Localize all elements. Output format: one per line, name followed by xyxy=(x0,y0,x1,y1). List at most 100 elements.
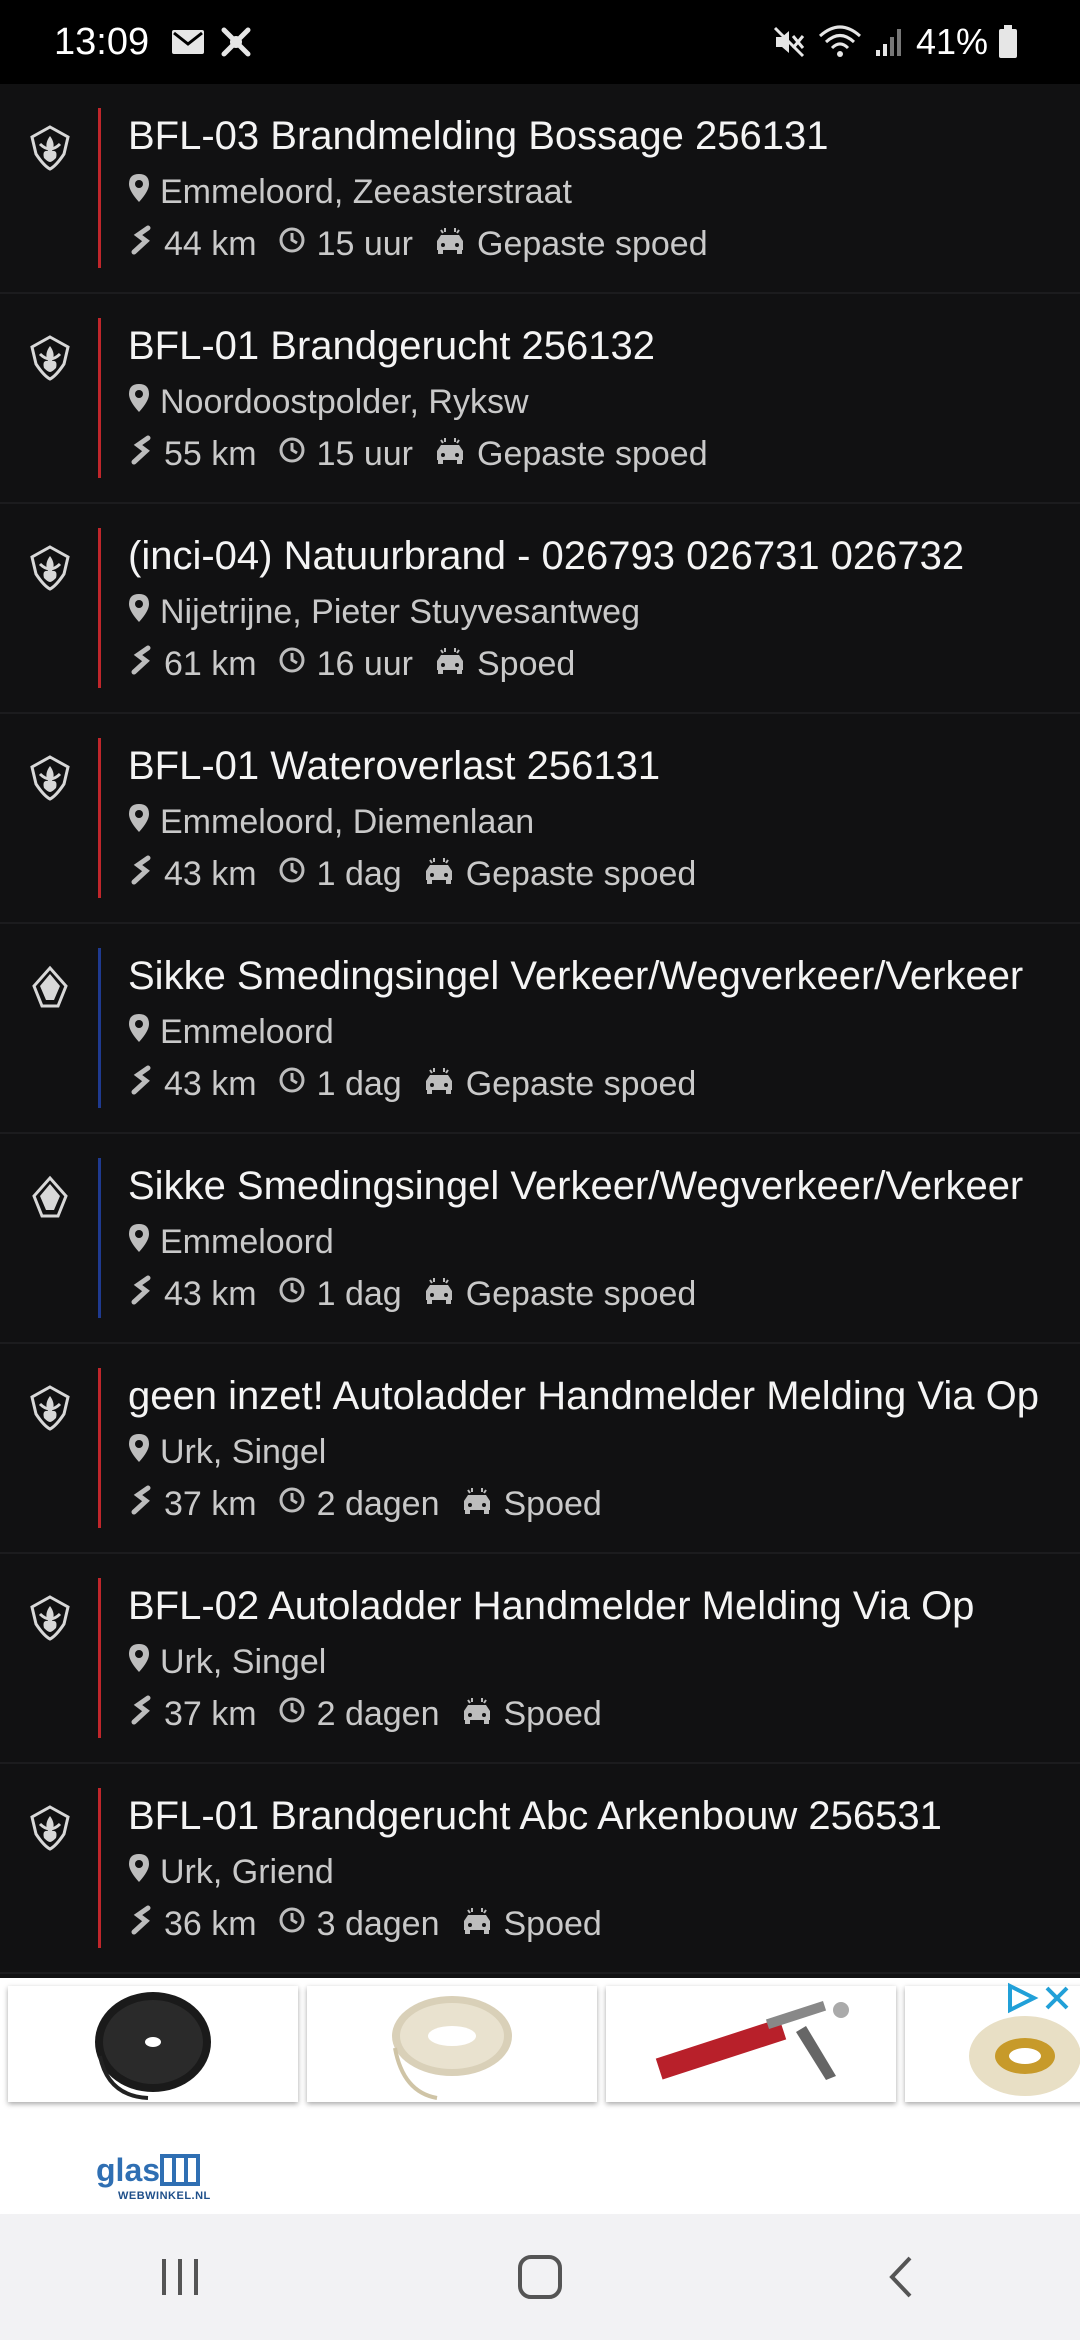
battery-icon xyxy=(998,25,1018,59)
incident-item[interactable]: (inci-04) Natuurbrand - 026793 026731 02… xyxy=(0,504,1080,714)
clock-icon xyxy=(277,854,307,894)
urgency-text: Gepaste spoed xyxy=(477,435,708,473)
distance-text: 43 km xyxy=(164,1065,257,1103)
home-button[interactable] xyxy=(460,2227,620,2327)
distance: 43 km xyxy=(128,1064,257,1104)
window-icon xyxy=(160,2154,201,2186)
incident-item[interactable]: geen inzet! Autoladder Handmelder Meldin… xyxy=(0,1344,1080,1554)
distance: 43 km xyxy=(128,854,257,894)
route-icon xyxy=(128,644,154,684)
emergency-vehicle-icon xyxy=(433,224,467,264)
time-text: 1 dag xyxy=(316,1275,402,1313)
urgency: Spoed xyxy=(460,1484,602,1524)
service-color-bar xyxy=(98,108,101,268)
mail-icon xyxy=(171,29,205,55)
emergency-vehicle-icon xyxy=(422,854,456,894)
incident-meta: 43 km 1 dag Gepaste spoed xyxy=(128,1274,716,1314)
incident-item[interactable]: BFL-02 Autoladder Handmelder Melding Via… xyxy=(0,1554,1080,1764)
urgency: Gepaste spoed xyxy=(422,854,696,894)
route-icon xyxy=(128,1904,154,1944)
incident-item[interactable]: Sikke Smedingsingel Verkeer/Wegverkeer/V… xyxy=(0,1134,1080,1344)
service-color-bar xyxy=(98,318,101,478)
time-text: 1 dag xyxy=(316,1065,402,1103)
fire-department-logo-icon xyxy=(26,544,74,592)
distance-text: 36 km xyxy=(164,1905,257,1943)
emergency-vehicle-icon xyxy=(433,644,467,684)
distance-text: 37 km xyxy=(164,1695,257,1733)
ad-choices[interactable] xyxy=(1004,1982,1072,2014)
fire-department-logo-icon xyxy=(26,334,74,382)
ad-brand-word: glas xyxy=(96,2152,161,2188)
location-pin-icon xyxy=(128,802,150,842)
location-text: Urk, Singel xyxy=(160,1643,327,1681)
ad-product-black-tape[interactable] xyxy=(8,1986,298,2102)
location-pin-icon xyxy=(128,1432,150,1472)
elapsed-time: 1 dag xyxy=(277,854,402,894)
incident-title: Sikke Smedingsingel Verkeer/Wegverkeer/V… xyxy=(128,954,1024,998)
incident-meta: 44 km 15 uur Gepaste spoed xyxy=(128,224,728,264)
service-color-bar xyxy=(98,528,101,688)
incident-location: Urk, Singel xyxy=(128,1432,326,1472)
urgency-text: Spoed xyxy=(503,1695,602,1733)
incident-location: Nijetrijne, Pieter Stuyvesantweg xyxy=(128,592,640,632)
ad-choices-icon[interactable] xyxy=(1004,1982,1042,2014)
incident-title: BFL-01 Wateroverlast 256131 xyxy=(128,744,661,788)
incident-item[interactable]: BFL-01 Brandgerucht Abc Arkenbouw 256531… xyxy=(0,1764,1080,1974)
distance-text: 43 km xyxy=(164,1275,257,1313)
elapsed-time: 1 dag xyxy=(277,1274,402,1314)
incident-meta: 61 km 16 uur Spoed xyxy=(128,644,595,684)
urgency-text: Gepaste spoed xyxy=(477,225,708,263)
distance: 61 km xyxy=(128,644,257,684)
back-button[interactable] xyxy=(820,2227,980,2327)
urgency-text: Gepaste spoed xyxy=(465,1065,697,1103)
incident-meta: 36 km 3 dagen Spoed xyxy=(128,1904,622,1944)
time-text: 16 uur xyxy=(316,645,413,683)
urgency: Gepaste spoed xyxy=(422,1274,696,1314)
incident-item[interactable]: BFL-01 Wateroverlast 256131 Emmeloord, Di… xyxy=(0,714,1080,924)
incident-location: Emmeloord xyxy=(128,1012,334,1052)
clock-icon xyxy=(277,1484,307,1524)
incident-meta: 37 km 2 dagen Spoed xyxy=(128,1484,622,1524)
ad-brand-logo[interactable]: glas WEBWINKEL.NL xyxy=(96,2152,210,2202)
incident-title: BFL-02 Autoladder Handmelder Melding Via… xyxy=(128,1584,975,1628)
ad-product-cream-tape[interactable] xyxy=(307,1986,597,2102)
ad-product-caulking-gun[interactable] xyxy=(606,1986,896,2102)
incident-location: Noordoostpolder, Ryksw xyxy=(128,382,529,422)
fire-department-logo-icon xyxy=(26,1384,74,1432)
incident-title: geen inzet! Autoladder Handmelder Meldin… xyxy=(128,1374,1039,1418)
time-text: 15 uur xyxy=(316,435,413,473)
service-color-bar xyxy=(98,948,101,1108)
emergency-vehicle-icon xyxy=(460,1484,494,1524)
incident-item[interactable]: BFL-01 Brandgerucht 256132 Noordoostpolde… xyxy=(0,294,1080,504)
incident-title: (inci-04) Natuurbrand - 026793 026731 02… xyxy=(128,534,965,578)
distance: 37 km xyxy=(128,1694,257,1734)
urgency: Spoed xyxy=(433,644,575,684)
close-icon[interactable] xyxy=(1042,1983,1072,2013)
urgency: Spoed xyxy=(460,1904,602,1944)
advertisement-banner[interactable]: glas WEBWINKEL.NL xyxy=(0,1978,1080,2214)
clock-icon xyxy=(277,434,307,474)
location-pin-icon xyxy=(128,1852,150,1892)
incident-item[interactable]: Sikke Smedingsingel Verkeer/Wegverkeer/V… xyxy=(0,924,1080,1134)
mute-icon xyxy=(772,25,806,59)
emergency-vehicle-icon xyxy=(422,1064,456,1104)
location-pin-icon xyxy=(128,1642,150,1682)
urgency: Gepaste spoed xyxy=(433,434,708,474)
incident-location: Emmeloord, Diemenlaan xyxy=(128,802,534,842)
location-text: Emmeloord xyxy=(160,1223,334,1261)
clock-icon xyxy=(277,1064,307,1104)
route-icon xyxy=(128,1274,154,1314)
emergency-vehicle-icon xyxy=(422,1274,456,1314)
fire-department-logo-icon xyxy=(26,124,74,172)
service-color-bar xyxy=(98,1788,101,1948)
location-text: Urk, Singel xyxy=(160,1433,327,1471)
urgency-text: Spoed xyxy=(477,645,576,683)
clock-icon xyxy=(277,1274,307,1314)
clock-icon xyxy=(277,1694,307,1734)
service-color-bar xyxy=(98,1368,101,1528)
incident-item[interactable]: BFL-03 Brandmelding Bossage 256131 Emmelo… xyxy=(0,84,1080,294)
recents-button[interactable] xyxy=(100,2227,260,2327)
emergency-vehicle-icon xyxy=(433,434,467,474)
urgency: Gepaste spoed xyxy=(422,1064,697,1104)
distance-text: 37 km xyxy=(164,1485,257,1523)
